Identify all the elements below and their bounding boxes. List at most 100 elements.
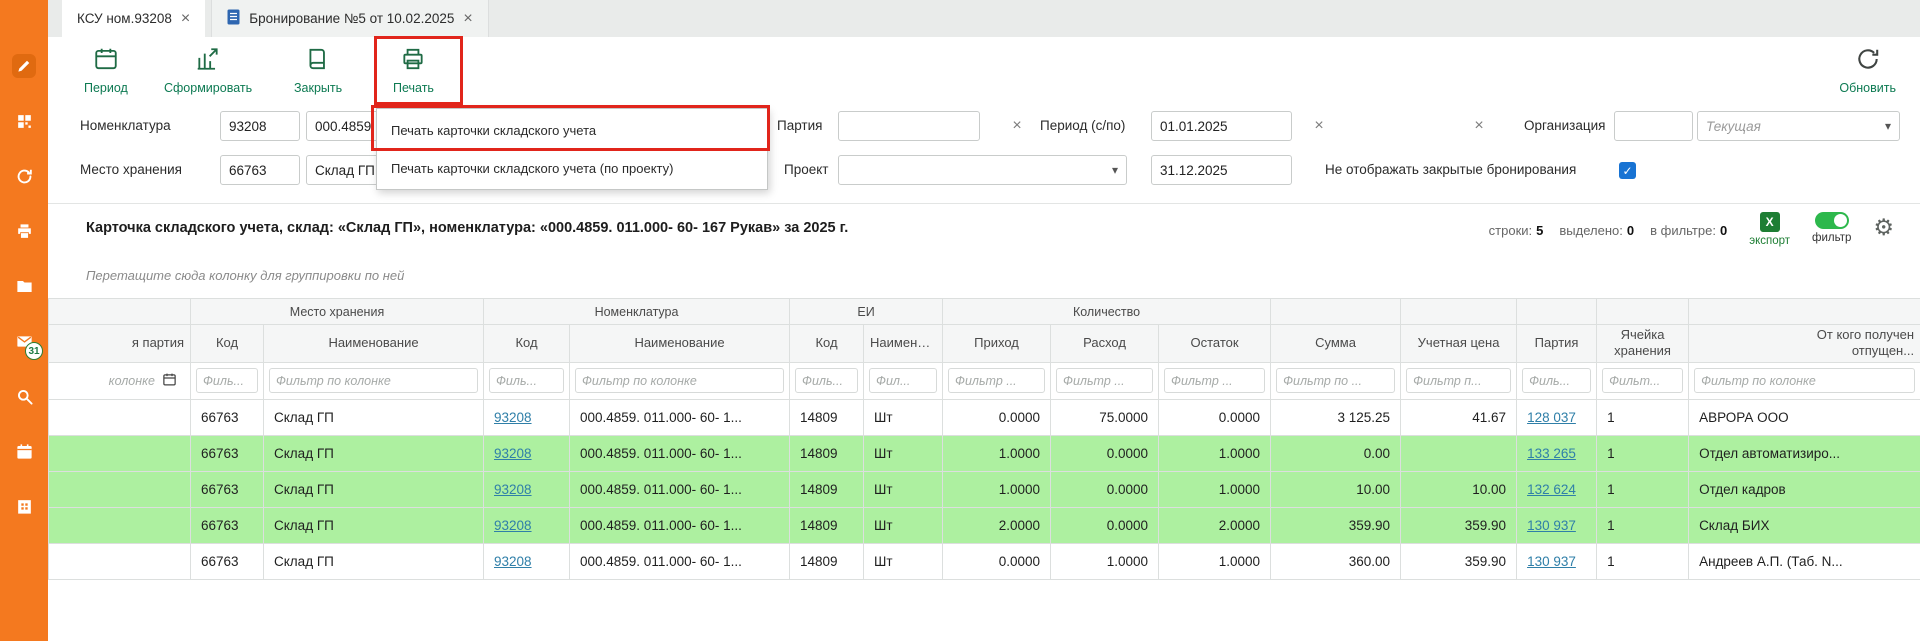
table-row[interactable]: 66763Склад ГП93208000.4859. 011.000- 60-… [49, 507, 1920, 543]
cell-unit-code: 14809 [790, 435, 864, 471]
filter-input-nomenclature-name[interactable] [575, 368, 784, 393]
col-price[interactable]: Учетная цена [1401, 325, 1517, 363]
period-from-input[interactable] [1151, 111, 1292, 141]
col-income[interactable]: Приход [943, 325, 1051, 363]
gear-icon[interactable]: ⚙ [1873, 216, 1894, 239]
nomenclature-code-link[interactable]: 93208 [494, 554, 532, 569]
filter-input-nomenclature-code[interactable] [489, 368, 564, 393]
batch-input[interactable] [838, 111, 980, 141]
cell-nomenclature-code: 93208 [484, 435, 570, 471]
col-storage-cell[interactable]: Ячейка хранения [1597, 325, 1689, 363]
filter-input-income[interactable] [948, 368, 1045, 393]
cell-batch: 133 265 [1517, 435, 1597, 471]
batch-link[interactable]: 128 037 [1527, 410, 1576, 425]
tab-booking[interactable]: Бронирование №5 от 10.02.2025 × [211, 0, 488, 37]
cell-balance: 1.0000 [1159, 543, 1271, 579]
generate-button[interactable]: Сформировать [164, 46, 252, 95]
period-button[interactable]: Период [84, 46, 128, 95]
filter-input-balance[interactable] [1164, 368, 1265, 393]
print-button[interactable]: Печать [393, 46, 434, 95]
nomenclature-code-link[interactable]: 93208 [494, 410, 532, 425]
cell-sum: 360.00 [1271, 543, 1401, 579]
nomenclature-code-link[interactable]: 93208 [494, 518, 532, 533]
print-menu-item-card[interactable]: Печать карточки складского учета [377, 111, 767, 149]
folder-icon[interactable] [12, 274, 36, 298]
title-row: Карточка складского учета, склад: «Склад… [48, 212, 1920, 247]
close-card-button[interactable]: Закрыть [294, 46, 342, 95]
filter-input-batch[interactable] [1522, 368, 1591, 393]
cell-nomenclature-code: 93208 [484, 543, 570, 579]
filter-input-counterparty[interactable] [1694, 368, 1915, 393]
period-to-input[interactable] [1151, 155, 1292, 185]
edit-icon[interactable] [12, 54, 36, 78]
calendar-icon[interactable] [12, 439, 36, 463]
date-filter-icon[interactable] [162, 372, 177, 390]
cell-price: 359.90 [1401, 543, 1517, 579]
cell-batch-date [49, 435, 191, 471]
batch-link[interactable]: 130 937 [1527, 554, 1576, 569]
batch-link[interactable]: 133 265 [1527, 446, 1576, 461]
print-menu-item-card-by-project[interactable]: Печать карточки складского учета (по про… [377, 149, 767, 187]
col-expense[interactable]: Расход [1051, 325, 1159, 363]
filter-input-unit-code[interactable] [795, 368, 858, 393]
col-batch[interactable]: Партия [1517, 325, 1597, 363]
filter-input-storage-cell[interactable] [1602, 368, 1683, 393]
organization-select[interactable]: Текущая ▾ [1697, 111, 1900, 141]
main-area: КСУ ном.93208 × Бронирование №5 от 10.02… [48, 0, 1920, 641]
col-nomenclature-name[interactable]: Наименование [570, 325, 790, 363]
column-header-row: я партия Код Наименование Код Наименован… [49, 325, 1920, 363]
report-build-icon [195, 46, 221, 77]
col-nomenclature-code[interactable]: Код [484, 325, 570, 363]
sync-icon[interactable] [12, 164, 36, 188]
qr-icon[interactable] [12, 109, 36, 133]
close-icon[interactable]: × [463, 11, 472, 27]
col-storage-name[interactable]: Наименование [264, 325, 484, 363]
search-icon[interactable] [12, 384, 36, 408]
tab-ksu[interactable]: КСУ ном.93208 × [62, 0, 205, 37]
period-label: Период (с/по) [1040, 111, 1125, 141]
col-unit-code[interactable]: Код [790, 325, 864, 363]
project-select[interactable]: ▾ [838, 155, 1127, 185]
clear-icon[interactable]: × [1470, 111, 1488, 141]
table-row[interactable]: 66763Склад ГП93208000.4859. 011.000- 60-… [49, 399, 1920, 435]
cell-nomenclature-name: 000.4859. 011.000- 60- 1... [570, 507, 790, 543]
cell-batch-date [49, 471, 191, 507]
filter-input-storage-code[interactable] [196, 368, 258, 393]
toggle-switch[interactable] [1815, 212, 1849, 229]
nomenclature-code-link[interactable]: 93208 [494, 446, 532, 461]
col-sum[interactable]: Сумма [1271, 325, 1401, 363]
batch-link[interactable]: 130 937 [1527, 518, 1576, 533]
filter-input-unit-name[interactable] [869, 368, 937, 393]
table-row[interactable]: 66763Склад ГП93208000.4859. 011.000- 60-… [49, 435, 1920, 471]
filter-toggle[interactable]: фильтр [1812, 212, 1851, 244]
table-row[interactable]: 66763Склад ГП93208000.4859. 011.000- 60-… [49, 471, 1920, 507]
export-button[interactable]: X экспорт [1749, 212, 1790, 247]
col-unit-name[interactable]: Наименование [864, 325, 943, 363]
col-storage-code[interactable]: Код [191, 325, 264, 363]
close-icon[interactable]: × [181, 11, 190, 27]
table-row[interactable]: 66763Склад ГП93208000.4859. 011.000- 60-… [49, 543, 1920, 579]
batch-label: Партия [777, 111, 822, 141]
filter-input-sum[interactable] [1276, 368, 1395, 393]
nomenclature-code-link[interactable]: 93208 [494, 482, 532, 497]
reports-icon[interactable] [12, 494, 36, 518]
hide-closed-checkbox[interactable]: ✓ [1619, 162, 1636, 179]
filter-input-expense[interactable] [1056, 368, 1153, 393]
storage-code-input[interactable] [220, 155, 300, 185]
batch-link[interactable]: 132 624 [1527, 482, 1576, 497]
organization-code-input[interactable] [1614, 111, 1693, 141]
clear-period-icon[interactable]: × [1310, 111, 1328, 141]
mail-icon[interactable]: 31 [12, 329, 36, 353]
print-queue-icon[interactable] [12, 219, 36, 243]
filter-input-price[interactable] [1406, 368, 1511, 393]
clear-batch-icon[interactable]: × [1008, 111, 1026, 141]
col-balance[interactable]: Остаток [1159, 325, 1271, 363]
refresh-button[interactable]: Обновить [1839, 46, 1896, 95]
cell-unit-name: Шт [864, 399, 943, 435]
col-counterparty[interactable]: От кого получен отпущен... [1689, 325, 1920, 363]
cell-unit-code: 14809 [790, 543, 864, 579]
cell-nomenclature-name: 000.4859. 011.000- 60- 1... [570, 471, 790, 507]
col-batch-date[interactable]: я партия [49, 325, 191, 363]
filter-input-storage-name[interactable] [269, 368, 478, 393]
nomenclature-code-input[interactable] [220, 111, 300, 141]
